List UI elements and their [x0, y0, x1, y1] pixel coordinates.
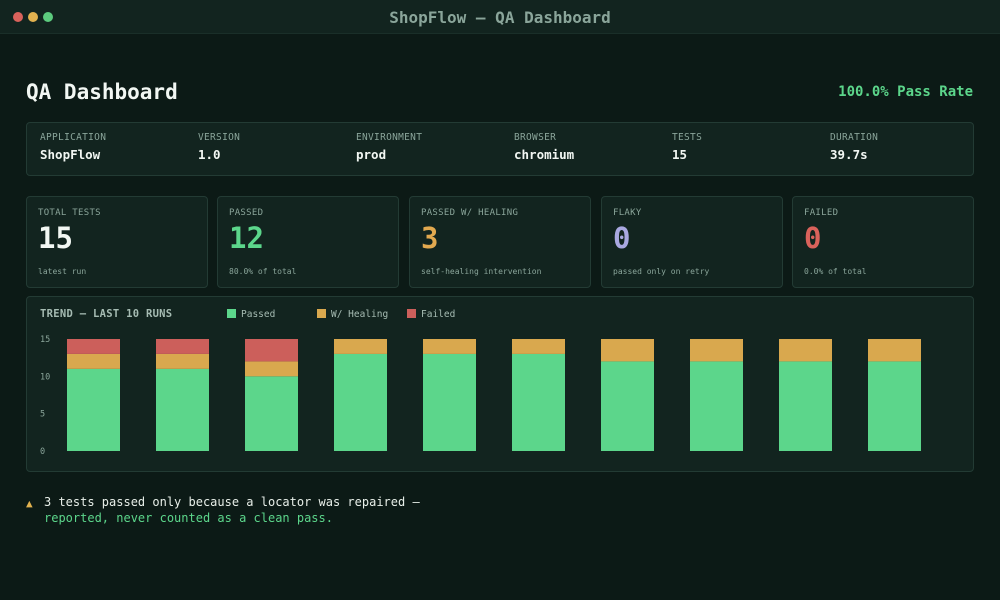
- meta-label: BROWSER: [514, 132, 557, 143]
- bar-segment-w-healing[interactable]: [423, 339, 476, 354]
- bar-segment-w-healing[interactable]: [245, 361, 298, 377]
- bar-segment-passed[interactable]: [245, 376, 298, 451]
- bar-segment-w-healing[interactable]: [779, 339, 832, 362]
- bar-segment-w-healing[interactable]: [512, 339, 565, 354]
- stat-card-total[interactable]: TOTAL TESTS 15 latest run: [26, 196, 208, 288]
- stat-label: FAILED: [804, 208, 839, 218]
- meta-environment: ENVIRONMENT prod: [356, 132, 422, 162]
- bar-segment-w-healing[interactable]: [67, 353, 120, 369]
- meta-value: 1.0: [198, 147, 221, 162]
- bar-segment-passed[interactable]: [512, 353, 565, 451]
- stat-card-flaky[interactable]: FLAKY 0 passed only on retry: [601, 196, 783, 288]
- window-title: ShopFlow — QA Dashboard: [389, 8, 611, 27]
- stat-subtext: 80.0% of total: [229, 267, 297, 276]
- bar-segment-failed[interactable]: [67, 339, 120, 354]
- meta-label: VERSION: [198, 132, 241, 143]
- stat-card-failed[interactable]: FAILED 0 0.0% of total: [792, 196, 974, 288]
- y-tick-label: 15: [40, 335, 50, 345]
- meta-value: ShopFlow: [40, 147, 101, 162]
- pass-rate: 100.0% Pass Rate: [838, 84, 973, 100]
- stat-label: FLAKY: [613, 208, 642, 218]
- page-title: QA Dashboard: [26, 80, 178, 104]
- meta-label: TESTS: [672, 132, 703, 143]
- meta-duration: DURATION 39.7s: [830, 132, 878, 162]
- stat-subtext: self-healing intervention: [421, 267, 542, 276]
- bar-segment-failed[interactable]: [245, 339, 298, 362]
- stat-value: 12: [229, 221, 264, 255]
- bar-segment-passed[interactable]: [868, 361, 921, 451]
- stat-subtext: latest run: [38, 267, 87, 276]
- meta-value: 15: [672, 147, 688, 162]
- stat-value: 0: [613, 221, 631, 255]
- bar-segment-passed[interactable]: [601, 361, 654, 451]
- bar-segment-w-healing[interactable]: [156, 353, 209, 369]
- stat-value: 0: [804, 221, 822, 255]
- bar-segment-passed[interactable]: [423, 353, 476, 451]
- title-bar: ShopFlow — QA Dashboard: [0, 0, 1000, 34]
- stat-card-healing[interactable]: PASSED W/ HEALING 3 self-healing interve…: [409, 196, 591, 288]
- meta-version: VERSION 1.0: [198, 132, 240, 162]
- trend-chart-panel: TREND — LAST 10 RUNS Passed W/ Healing F…: [26, 296, 974, 472]
- bar-segment-passed[interactable]: [334, 353, 387, 451]
- meta-browser: BROWSER chromium: [514, 132, 574, 162]
- warning-emphasis: reported, never counted as a clean pass.: [44, 511, 333, 525]
- stat-card-passed[interactable]: PASSED 12 80.0% of total: [217, 196, 399, 288]
- stat-value: 3: [421, 221, 439, 255]
- bar-segment-w-healing[interactable]: [334, 339, 387, 354]
- stat-subtext: passed only on retry: [613, 267, 710, 276]
- trend-chart: 0 5 10 15: [40, 335, 921, 457]
- meta-value: chromium: [514, 147, 575, 162]
- bar-segment-passed[interactable]: [156, 368, 209, 451]
- stat-label: TOTAL TESTS: [38, 208, 101, 218]
- meta-value: prod: [356, 147, 387, 162]
- meta-value: 39.7s: [830, 147, 868, 162]
- stat-label: PASSED: [229, 208, 264, 218]
- bar-segment-w-healing[interactable]: [601, 339, 654, 362]
- warning-icon: ▲: [26, 497, 33, 510]
- y-tick-label: 0: [40, 447, 45, 457]
- bar-segment-passed[interactable]: [779, 361, 832, 451]
- bar-segment-passed[interactable]: [690, 361, 743, 451]
- meta-label: ENVIRONMENT: [356, 132, 423, 143]
- meta-label: DURATION: [830, 132, 879, 143]
- bar-segment-failed[interactable]: [156, 339, 209, 354]
- warning-text: 3 tests passed only because a locator wa…: [44, 495, 420, 509]
- bar-segment-w-healing[interactable]: [868, 339, 921, 362]
- stat-label: PASSED W/ HEALING: [421, 208, 519, 218]
- y-tick-label: 10: [40, 372, 50, 382]
- bar-segment-passed[interactable]: [67, 368, 120, 451]
- meta-tests: TESTS 15: [672, 132, 702, 162]
- run-metadata-panel: APPLICATION ShopFlow VERSION 1.0 ENVIRON…: [26, 122, 974, 176]
- stat-value: 15: [38, 221, 73, 255]
- y-tick-label: 5: [40, 410, 45, 420]
- bar-segment-w-healing[interactable]: [690, 339, 743, 362]
- meta-application: APPLICATION ShopFlow: [40, 132, 106, 162]
- meta-label: APPLICATION: [40, 132, 107, 143]
- stat-subtext: 0.0% of total: [804, 267, 867, 276]
